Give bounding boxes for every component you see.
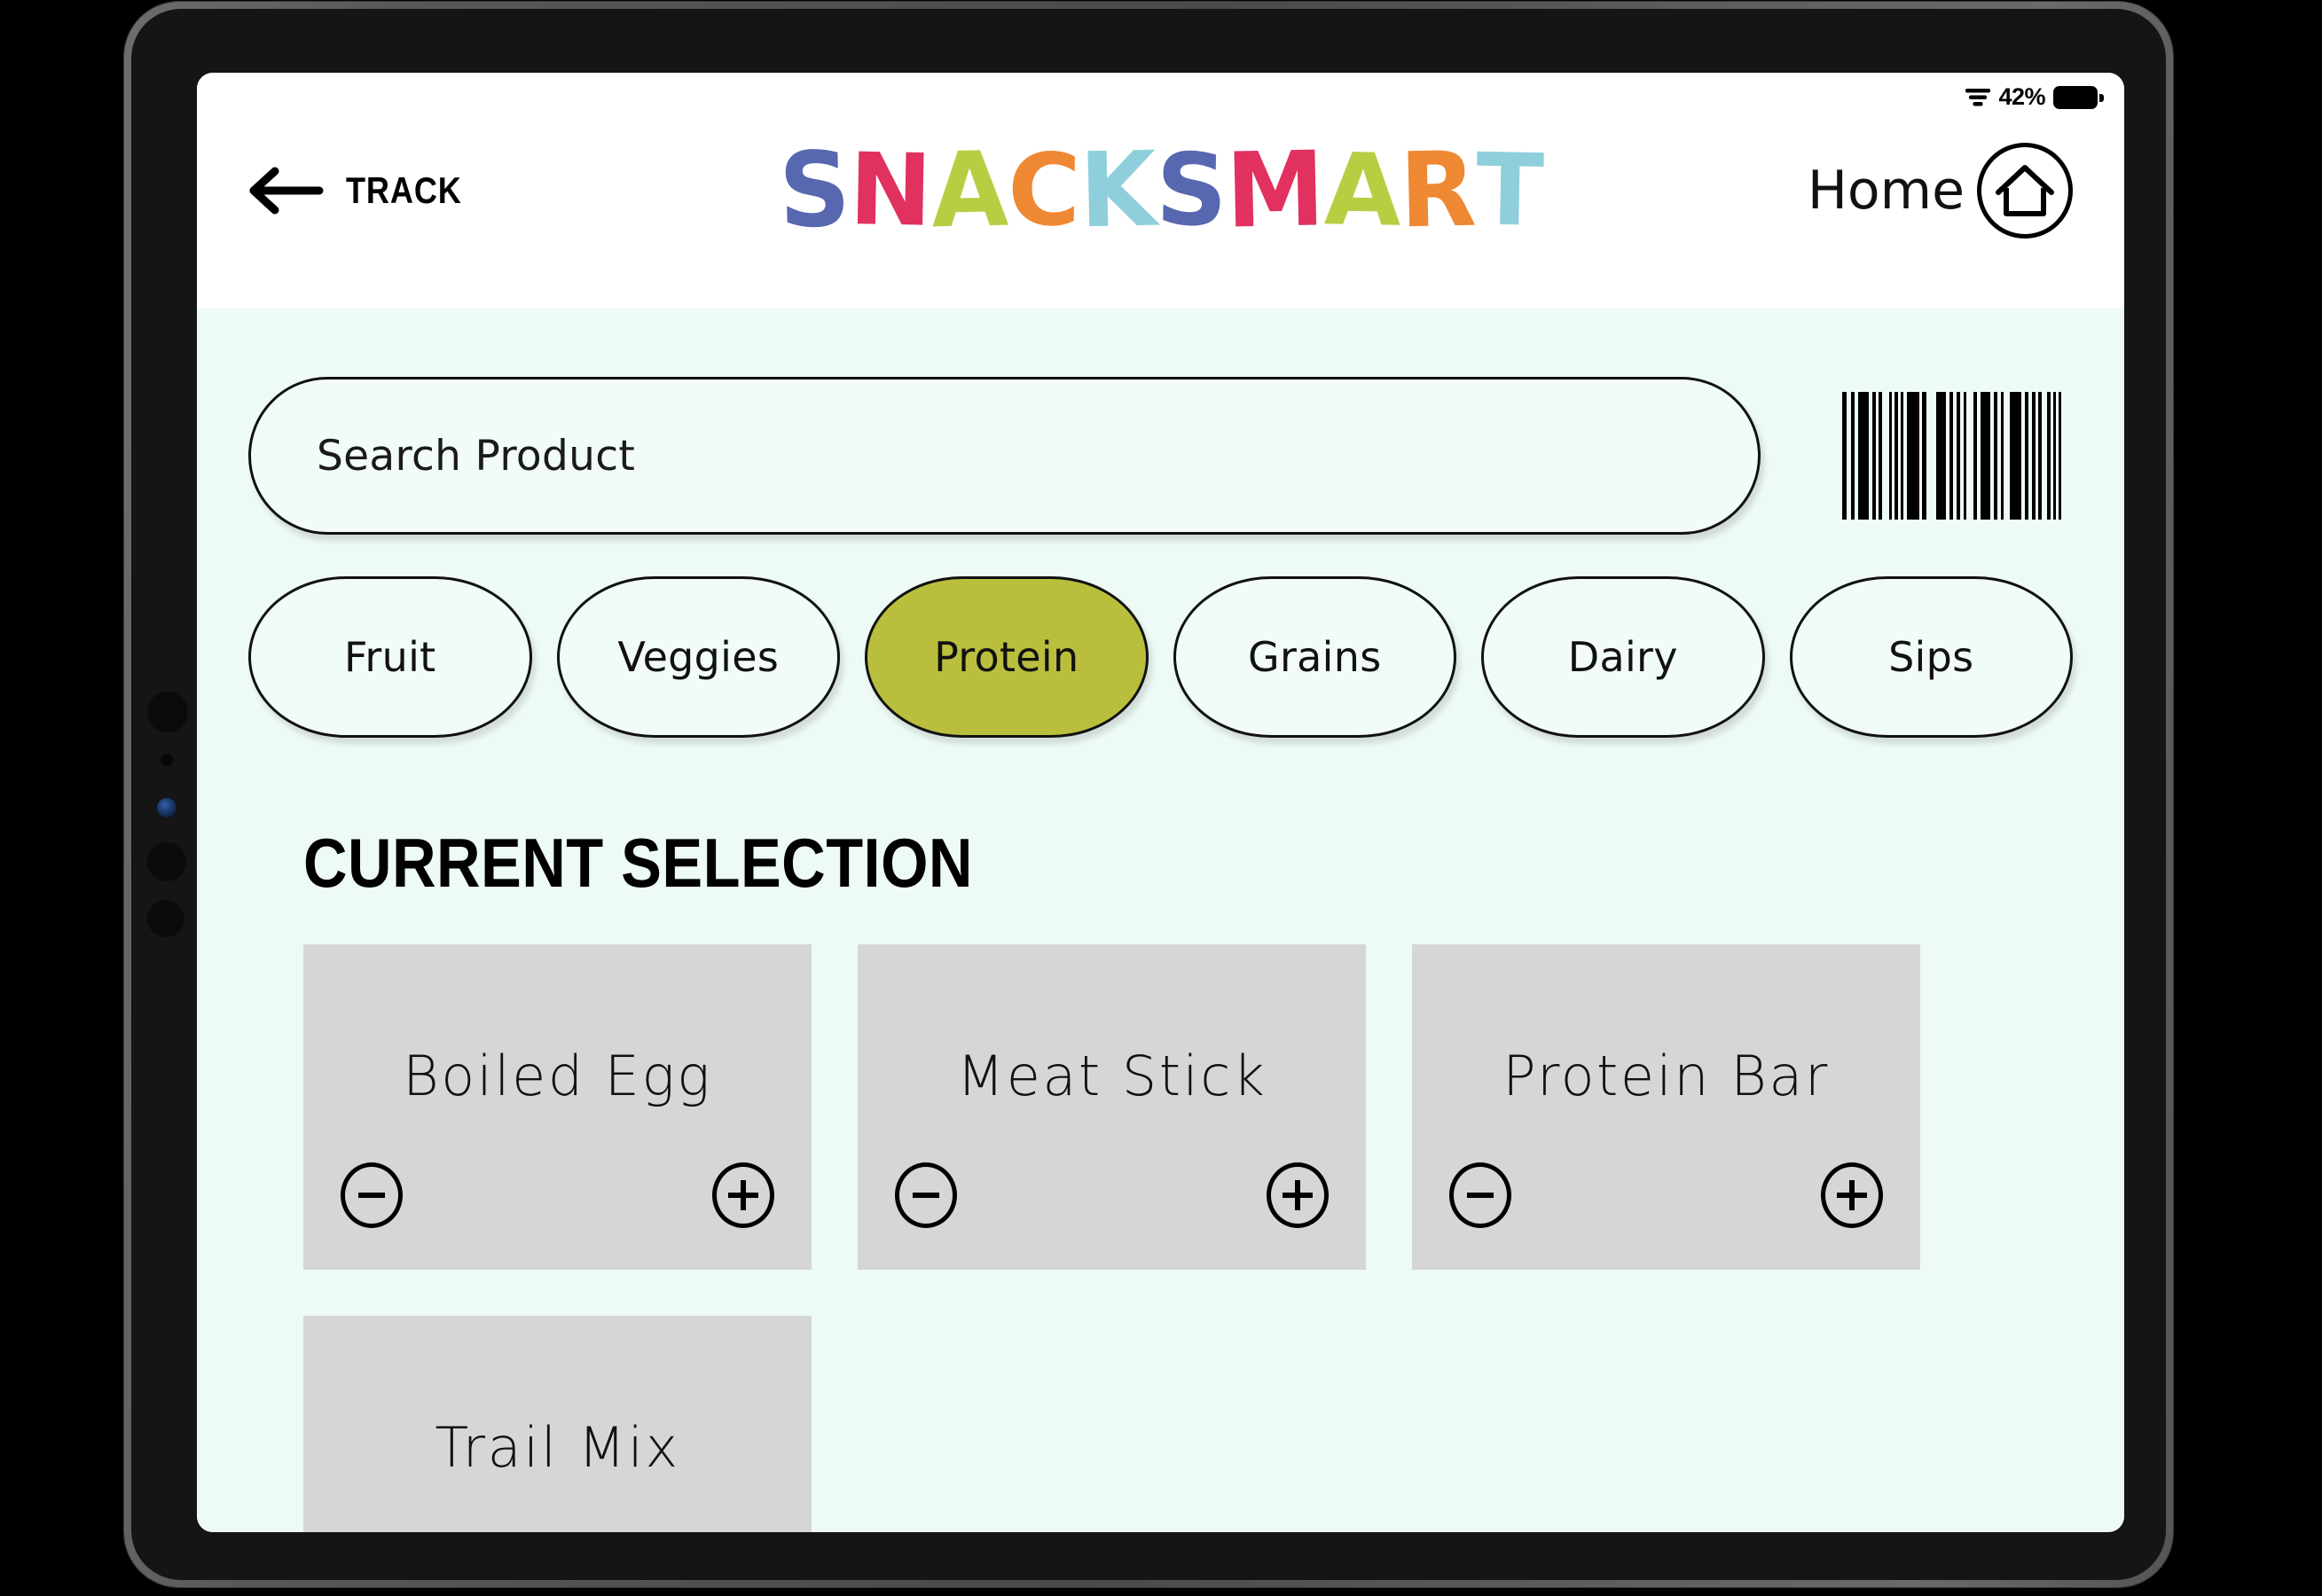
product-name: Trail Mix xyxy=(435,1415,680,1480)
minus-circle-icon[interactable] xyxy=(341,1162,403,1228)
product-grid: Boiled Egg Meat Stick Protein Bar Trail Mix xyxy=(303,944,2073,1532)
tablet-frame: 42% TRACK SNACKSMART Home Search Product… xyxy=(124,2,2173,1587)
category-pill-label: Protein xyxy=(934,633,1079,681)
product-name: Protein Bar xyxy=(1502,1044,1830,1108)
page-content: Search Product Fruit Veggies Protein Gra… xyxy=(197,309,2124,1532)
search-row: Search Product xyxy=(248,309,2073,535)
category-pill-label: Fruit xyxy=(344,633,436,681)
product-name: Boiled Egg xyxy=(403,1044,712,1108)
camera-icon xyxy=(147,692,188,732)
logo-letter: C xyxy=(1006,132,1081,249)
category-pill-fruit[interactable]: Fruit xyxy=(248,576,532,738)
speaker-hole-icon xyxy=(147,842,186,881)
category-pill-label: Grains xyxy=(1248,633,1382,681)
tablet-screen: 42% TRACK SNACKSMART Home Search Product… xyxy=(197,73,2124,1532)
product-name: Meat Stick xyxy=(956,1044,1267,1108)
logo-letter: S xyxy=(777,129,851,252)
category-pill-label: Dairy xyxy=(1567,633,1678,681)
home-button[interactable]: Home xyxy=(1808,143,2073,239)
back-to-track-button[interactable]: TRACK xyxy=(248,166,481,215)
arrow-left-icon xyxy=(248,166,325,215)
logo-letter: N xyxy=(848,132,933,249)
tablet-bezel: 42% TRACK SNACKSMART Home Search Product… xyxy=(131,9,2166,1580)
search-input[interactable]: Search Product xyxy=(248,377,1761,535)
category-filter-row: Fruit Veggies Protein Grains Dairy Sips xyxy=(248,576,2073,738)
barcode-icon[interactable] xyxy=(1840,392,2062,520)
logo-letter: M xyxy=(1225,129,1326,252)
product-card[interactable]: Boiled Egg xyxy=(303,944,812,1270)
back-button-label: TRACK xyxy=(346,169,462,211)
home-button-label: Home xyxy=(1807,160,1965,222)
app-logo: SNACKSMART xyxy=(777,129,1544,252)
page-title: CURRENT SELECTION xyxy=(303,824,973,902)
category-pill-label: Sips xyxy=(1888,633,1974,681)
logo-letter: A xyxy=(930,129,1009,252)
search-placeholder: Search Product xyxy=(317,431,636,481)
logo-letter: S xyxy=(1154,132,1228,249)
quantity-stepper xyxy=(1449,1162,1883,1228)
quantity-stepper xyxy=(341,1162,774,1228)
plus-circle-icon[interactable] xyxy=(712,1162,774,1228)
product-card[interactable]: Meat Stick xyxy=(858,944,1366,1270)
front-camera-lens-icon xyxy=(157,798,177,818)
plus-circle-icon[interactable] xyxy=(1821,1162,1883,1228)
logo-letter: T xyxy=(1474,132,1544,249)
logo-letter: R xyxy=(1399,129,1478,252)
screenshot-stage: 42% TRACK SNACKSMART Home Search Product… xyxy=(0,0,2322,1596)
category-pill-veggies[interactable]: Veggies xyxy=(556,576,840,738)
quantity-stepper xyxy=(895,1162,1329,1228)
logo-letter: A xyxy=(1322,132,1401,249)
category-pill-sips[interactable]: Sips xyxy=(1789,576,2073,738)
product-card[interactable]: Protein Bar xyxy=(1412,944,1920,1270)
wifi-icon xyxy=(1965,88,1991,107)
plus-circle-icon[interactable] xyxy=(1267,1162,1329,1228)
logo-letter: K xyxy=(1078,129,1157,252)
minus-circle-icon[interactable] xyxy=(1449,1162,1511,1228)
category-pill-grains[interactable]: Grains xyxy=(1173,576,1456,738)
battery-percent-label: 42% xyxy=(1998,83,2045,110)
app-header: TRACK SNACKSMART Home xyxy=(197,73,2124,309)
category-pill-protein[interactable]: Protein xyxy=(865,576,1149,738)
sensor-dot-icon xyxy=(161,754,173,766)
battery-icon xyxy=(2053,85,2104,109)
category-pill-label: Veggies xyxy=(617,633,780,681)
speaker-hole-icon xyxy=(147,900,184,937)
minus-circle-icon[interactable] xyxy=(895,1162,957,1228)
home-icon xyxy=(1977,143,2073,239)
category-pill-dairy[interactable]: Dairy xyxy=(1481,576,1765,738)
status-bar: 42% xyxy=(1965,83,2104,111)
product-card[interactable]: Trail Mix xyxy=(303,1316,812,1532)
